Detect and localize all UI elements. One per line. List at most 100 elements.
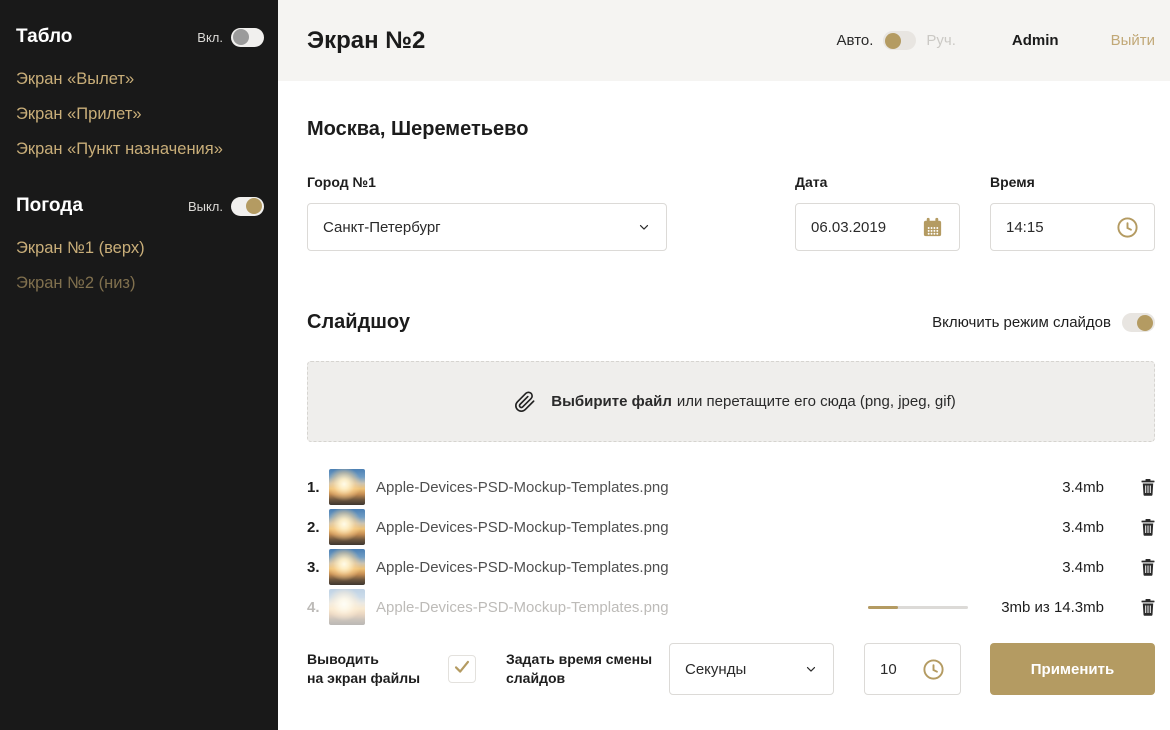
dropzone-hint: или перетащите его сюда (png, jpeg, gif): [677, 393, 956, 410]
file-index: 4.: [307, 599, 329, 616]
weather-toggle-label: Выкл.: [188, 199, 223, 214]
time-label: Время: [990, 174, 1155, 190]
sidebar-section-header: Табло Вкл.: [16, 26, 264, 48]
city-select[interactable]: Санкт-Петербург: [307, 203, 667, 251]
file-size: 3.4mb: [992, 479, 1104, 496]
city-select-value: Санкт-Петербург: [323, 219, 441, 236]
toggle-switch[interactable]: [231, 28, 264, 47]
interval-value-input[interactable]: [880, 661, 914, 678]
file-thumbnail: [329, 589, 365, 625]
sidebar-section-weather: Погода Выкл. Экран №1 (верх) Экран №2 (н…: [16, 195, 264, 301]
slide-interval-label-line1: Задать время смены: [506, 650, 669, 669]
sidebar-item-departure-screen[interactable]: Экран «Вылет»: [16, 62, 264, 97]
date-input[interactable]: [811, 219, 913, 236]
file-index: 3.: [307, 559, 329, 576]
slide-interval-label: Задать время смены слайдов: [506, 650, 669, 688]
slideshow-toggle-label: Включить режим слайдов: [932, 314, 1111, 331]
user-name[interactable]: Admin: [1012, 32, 1059, 49]
file-name: Apple-Devices-PSD-Mockup-Templates.png: [376, 559, 992, 576]
file-row: 2. Apple-Devices-PSD-Mockup-Templates.pn…: [307, 507, 1155, 547]
trash-icon[interactable]: [1141, 479, 1155, 496]
display-files-checkbox[interactable]: [448, 655, 476, 683]
chevron-down-icon: [637, 220, 651, 234]
file-row-uploading: 4. Apple-Devices-PSD-Mockup-Templates.pn…: [307, 587, 1155, 627]
auto-manual-toggle[interactable]: [883, 31, 916, 50]
slideshow-header-row: Слайдшоу Включить режим слайдов: [307, 311, 1155, 334]
display-files-label: Выводить на экран файлы: [307, 650, 435, 688]
interval-value-wrap: [864, 643, 961, 695]
file-thumbnail: [329, 469, 365, 505]
slideshow-toggle-group: Включить режим слайдов: [932, 313, 1155, 332]
file-thumbnail: [329, 549, 365, 585]
tablo-toggle[interactable]: Вкл.: [197, 28, 264, 47]
slideshow-heading: Слайдшоу: [307, 311, 410, 334]
upload-progress-text: 3mb из 14.3mb: [992, 599, 1104, 616]
city-form-row: Город №1 Санкт-Петербург Дата: [307, 174, 1155, 251]
toggle-switch[interactable]: [231, 197, 264, 216]
paperclip-icon: [514, 391, 536, 413]
toggle-knob: [233, 29, 249, 45]
sidebar-section-title: Погода: [16, 195, 83, 217]
file-row: 3. Apple-Devices-PSD-Mockup-Templates.pn…: [307, 547, 1155, 587]
weather-toggle[interactable]: Выкл.: [188, 197, 264, 216]
sidebar-item-arrival-screen[interactable]: Экран «Прилет»: [16, 97, 264, 132]
slideshow-toggle[interactable]: [1122, 313, 1155, 332]
file-index: 1.: [307, 479, 329, 496]
tablo-toggle-label: Вкл.: [197, 30, 223, 45]
date-label: Дата: [795, 174, 960, 190]
sidebar-section-header: Погода Выкл.: [16, 195, 264, 217]
clock-icon[interactable]: [1116, 216, 1139, 239]
file-index: 2.: [307, 519, 329, 536]
airport-heading: Москва, Шереметьево: [307, 118, 1155, 141]
file-name: Apple-Devices-PSD-Mockup-Templates.png: [376, 519, 992, 536]
city-field: Город №1 Санкт-Петербург: [307, 174, 667, 251]
chevron-down-icon: [804, 662, 818, 676]
display-files-label-line2: на экран файлы: [307, 669, 435, 688]
toggle-knob: [246, 198, 262, 214]
trash-icon[interactable]: [1141, 599, 1155, 616]
time-field: Время: [990, 174, 1155, 251]
file-list: 1. Apple-Devices-PSD-Mockup-Templates.pn…: [307, 467, 1155, 627]
interval-unit-value: Секунды: [685, 661, 746, 678]
trash-icon[interactable]: [1141, 519, 1155, 536]
clock-icon[interactable]: [922, 658, 945, 681]
calendar-icon[interactable]: [921, 216, 944, 239]
interval-unit-select[interactable]: Секунды: [669, 643, 834, 695]
toggle-knob: [885, 33, 901, 49]
sidebar-section-title: Табло: [16, 26, 72, 48]
file-name: Apple-Devices-PSD-Mockup-Templates.png: [376, 479, 992, 496]
date-field: Дата: [795, 174, 960, 251]
file-name: Apple-Devices-PSD-Mockup-Templates.png: [376, 599, 868, 616]
time-input-wrap: [990, 203, 1155, 251]
file-row: 1. Apple-Devices-PSD-Mockup-Templates.pn…: [307, 467, 1155, 507]
display-files-label-line1: Выводить: [307, 650, 435, 669]
file-dropzone[interactable]: Выбирите файл или перетащите его сюда (p…: [307, 361, 1155, 442]
slide-interval-label-line2: слайдов: [506, 669, 669, 688]
page-title: Экран №2: [307, 27, 425, 55]
auto-mode-label[interactable]: Авто.: [837, 32, 874, 49]
manual-mode-label[interactable]: Руч.: [926, 32, 956, 49]
date-input-wrap: [795, 203, 960, 251]
sidebar-item-screen2-bottom[interactable]: Экран №2 (низ): [16, 266, 264, 301]
toggle-knob: [1137, 315, 1153, 331]
header-bar: Экран №2 Авто. Руч. Admin Выйти: [278, 0, 1170, 81]
main-area: Экран №2 Авто. Руч. Admin Выйти Москва, …: [278, 0, 1170, 730]
sidebar: Табло Вкл. Экран «Вылет» Экран «Прилет» …: [0, 0, 278, 730]
trash-icon[interactable]: [1141, 559, 1155, 576]
upload-progress-fill: [868, 606, 898, 609]
file-size: 3.4mb: [992, 519, 1104, 536]
logout-link[interactable]: Выйти: [1111, 32, 1155, 49]
check-icon: [451, 656, 473, 683]
content: Москва, Шереметьево Город №1 Санкт-Петер…: [278, 81, 1170, 695]
slideshow-settings-row: Выводить на экран файлы Задать время сме…: [307, 643, 1155, 695]
sidebar-item-destination-screen[interactable]: Экран «Пункт назначения»: [16, 132, 264, 167]
apply-button[interactable]: Применить: [990, 643, 1155, 695]
sidebar-section-tablo: Табло Вкл. Экран «Вылет» Экран «Прилет» …: [16, 26, 264, 167]
header-controls: Авто. Руч. Admin Выйти: [837, 31, 1155, 50]
choose-file-link[interactable]: Выбирите файл: [551, 393, 672, 410]
file-thumbnail: [329, 509, 365, 545]
sidebar-item-screen1-top[interactable]: Экран №1 (верх): [16, 231, 264, 266]
upload-progress-bar: [868, 606, 968, 609]
city-label: Город №1: [307, 174, 667, 190]
time-input[interactable]: [1006, 219, 1108, 236]
